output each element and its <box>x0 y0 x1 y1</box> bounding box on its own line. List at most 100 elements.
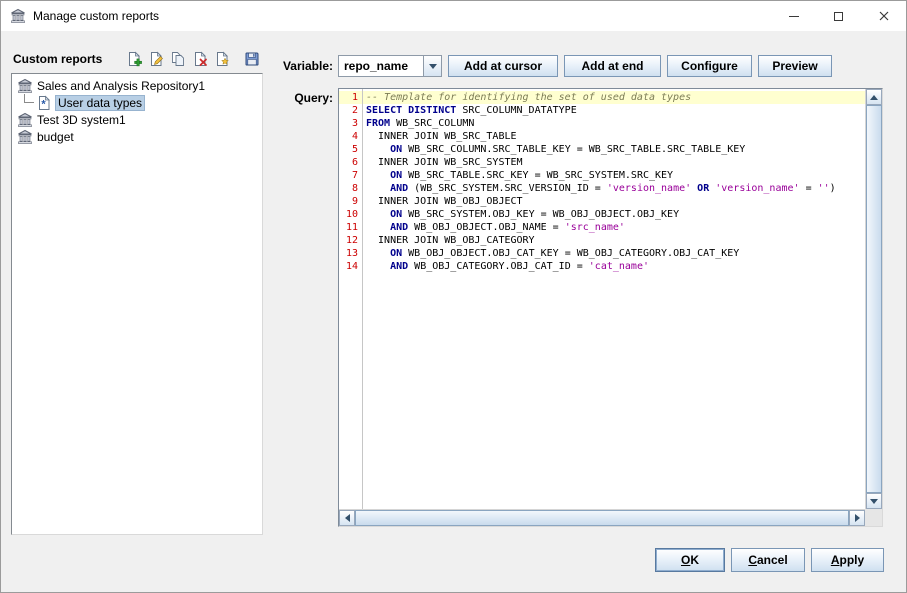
vertical-scroll-thumb[interactable] <box>866 105 882 493</box>
copy-report-button[interactable] <box>169 50 187 68</box>
preview-button[interactable]: Preview <box>758 55 832 77</box>
code-line: -- Template for identifying the set of u… <box>363 91 865 104</box>
code-line: ON WB_SRC_TABLE.SRC_KEY = WB_SRC_SYSTEM.… <box>363 169 865 182</box>
variable-row: Variable: repo_name Add at cursor Add at… <box>271 54 832 78</box>
app-icon <box>10 8 26 24</box>
add-at-cursor-button[interactable]: Add at cursor <box>448 55 558 77</box>
scrollbar-corner <box>865 509 882 526</box>
line-number: 5 <box>339 143 362 156</box>
vertical-scrollbar[interactable] <box>865 89 882 509</box>
line-number: 3 <box>339 117 362 130</box>
editor-viewport: 1234567891011121314 -- Template for iden… <box>339 89 865 509</box>
horizontal-scroll-thumb[interactable] <box>355 510 849 526</box>
save-reports-button[interactable] <box>243 50 261 68</box>
new-from-template-icon <box>214 51 230 67</box>
maximize-button[interactable] <box>816 1 861 31</box>
minimize-button[interactable] <box>771 1 816 31</box>
line-number: 13 <box>339 247 362 260</box>
code-line: INNER JOIN WB_OBJ_CATEGORY <box>363 234 865 247</box>
line-number: 11 <box>339 221 362 234</box>
combo-dropdown-button[interactable] <box>423 56 441 76</box>
scroll-up-button[interactable] <box>866 89 882 105</box>
cancel-button[interactable]: Cancel <box>731 548 805 572</box>
line-number: 10 <box>339 208 362 221</box>
code-line: ON WB_SRC_SYSTEM.OBJ_KEY = WB_OBJ_OBJECT… <box>363 208 865 221</box>
tree-item-label: Sales and Analysis Repository1 <box>37 79 205 93</box>
tree-item-label-selected: User data types <box>56 96 144 110</box>
apply-button[interactable]: Apply <box>811 548 884 572</box>
close-button[interactable] <box>861 1 906 31</box>
maximize-icon <box>834 12 843 21</box>
configure-button[interactable]: Configure <box>667 55 752 77</box>
horizontal-scrollbar[interactable] <box>339 509 865 526</box>
tree-item-repository[interactable]: Test 3D system1 <box>12 111 262 128</box>
repository-icon <box>17 129 33 145</box>
line-number: 14 <box>339 260 362 273</box>
arrow-up-icon <box>870 95 878 100</box>
custom-reports-label: Custom reports <box>13 52 102 66</box>
editor-gutter: 1234567891011121314 <box>339 89 363 509</box>
ok-button[interactable]: OK <box>655 548 725 572</box>
delete-report-icon <box>192 51 208 67</box>
code-line: FROM WB_SRC_COLUMN <box>363 117 865 130</box>
scroll-right-button[interactable] <box>849 510 865 526</box>
new-report-button[interactable] <box>125 50 143 68</box>
arrow-right-icon <box>855 514 860 522</box>
dropdown-arrow-icon <box>429 64 437 69</box>
tree-item-repository[interactable]: Sales and Analysis Repository1 <box>12 77 262 94</box>
line-number: 9 <box>339 195 362 208</box>
code-line: INNER JOIN WB_OBJ_OBJECT <box>363 195 865 208</box>
dialog-content: Custom reports Sales and Analysis Reposi… <box>1 31 906 592</box>
new-from-template-button[interactable] <box>213 50 231 68</box>
add-at-end-button[interactable]: Add at end <box>564 55 661 77</box>
minimize-icon <box>789 16 799 17</box>
tree-item-label: Test 3D system1 <box>37 113 126 127</box>
variable-label: Variable: <box>271 59 333 73</box>
query-editor[interactable]: 1234567891011121314 -- Template for iden… <box>338 88 883 527</box>
copy-report-icon <box>170 51 186 67</box>
repository-icon <box>17 112 33 128</box>
scroll-left-button[interactable] <box>339 510 355 526</box>
tree-item-report[interactable]: User data types <box>12 94 262 111</box>
variable-combo-value: repo_name <box>339 56 423 76</box>
scroll-down-button[interactable] <box>866 493 882 509</box>
line-number: 1 <box>339 91 362 104</box>
tree-connector <box>24 94 34 103</box>
manage-custom-reports-dialog: Manage custom reports Custom reports <box>0 0 907 593</box>
line-number: 7 <box>339 169 362 182</box>
editor-code[interactable]: -- Template for identifying the set of u… <box>363 89 865 509</box>
variable-combobox[interactable]: repo_name <box>338 55 442 77</box>
close-icon <box>879 11 889 21</box>
arrow-left-icon <box>345 514 350 522</box>
tree-item-label: budget <box>37 130 74 144</box>
save-icon <box>244 51 260 67</box>
code-line: ON WB_OBJ_OBJECT.OBJ_CAT_KEY = WB_OBJ_CA… <box>363 247 865 260</box>
query-label: Query: <box>271 91 333 105</box>
code-line: AND WB_OBJ_OBJECT.OBJ_NAME = 'src_name' <box>363 221 865 234</box>
line-number: 2 <box>339 104 362 117</box>
repository-icon <box>17 78 33 94</box>
titlebar[interactable]: Manage custom reports <box>1 1 906 31</box>
new-report-icon <box>126 51 142 67</box>
tree-item-repository[interactable]: budget <box>12 128 262 145</box>
code-line: ON WB_SRC_COLUMN.SRC_TABLE_KEY = WB_SRC_… <box>363 143 865 156</box>
report-icon <box>36 95 52 111</box>
edit-report-button[interactable] <box>147 50 165 68</box>
arrow-down-icon <box>870 499 878 504</box>
code-line: INNER JOIN WB_SRC_SYSTEM <box>363 156 865 169</box>
code-line: AND (WB_SRC_SYSTEM.SRC_VERSION_ID = 'ver… <box>363 182 865 195</box>
line-number: 8 <box>339 182 362 195</box>
delete-report-button[interactable] <box>191 50 209 68</box>
edit-report-icon <box>148 51 164 67</box>
line-number: 4 <box>339 130 362 143</box>
code-line: SELECT DISTINCT SRC_COLUMN_DATATYPE <box>363 104 865 117</box>
line-number: 6 <box>339 156 362 169</box>
code-line: AND WB_OBJ_CATEGORY.OBJ_CAT_ID = 'cat_na… <box>363 260 865 273</box>
custom-reports-tree[interactable]: Sales and Analysis Repository1 User data… <box>11 73 263 535</box>
footer-buttons: OK Cancel Apply <box>655 548 884 572</box>
reports-toolbar <box>125 50 261 68</box>
custom-reports-header: Custom reports <box>13 50 261 68</box>
code-line: INNER JOIN WB_SRC_TABLE <box>363 130 865 143</box>
window-title: Manage custom reports <box>33 9 159 23</box>
line-number: 12 <box>339 234 362 247</box>
